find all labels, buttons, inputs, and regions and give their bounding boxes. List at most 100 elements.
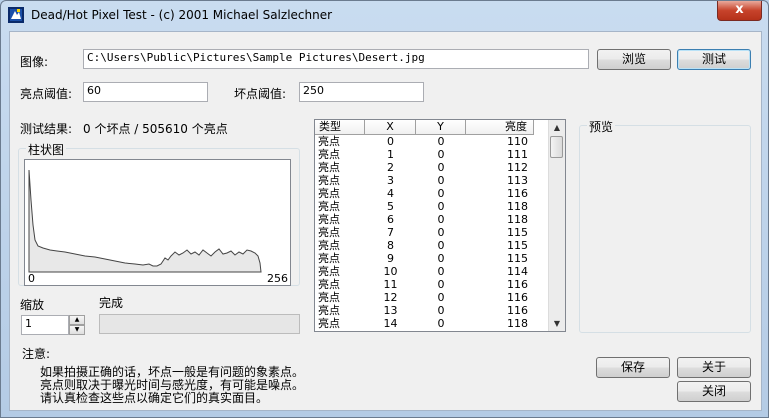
cell-y: 0 — [437, 148, 445, 161]
table-row[interactable]: 亮点 5 0 118 — [315, 200, 551, 213]
table-row[interactable]: 亮点 1 0 111 — [315, 148, 551, 161]
cell-x: 8 — [387, 239, 394, 252]
column-header-type[interactable]: 类型 — [315, 120, 365, 135]
image-label: 图像: — [20, 55, 49, 69]
column-header-y[interactable]: Y — [416, 120, 466, 135]
cell-type: 亮点 — [318, 226, 340, 239]
table-row[interactable]: 亮点 0 0 110 — [315, 135, 551, 148]
cell-brightness: 115 — [507, 226, 528, 239]
scroll-thumb[interactable] — [550, 136, 563, 158]
close-icon[interactable]: x — [717, 1, 762, 21]
cell-type: 亮点 — [318, 213, 340, 226]
cell-x: 7 — [387, 226, 394, 239]
cell-x: 2 — [387, 161, 394, 174]
cell-type: 亮点 — [318, 161, 340, 174]
window-title: Dead/Hot Pixel Test - (c) 2001 Michael S… — [31, 8, 333, 22]
cell-brightness: 116 — [507, 291, 528, 304]
dead-threshold-field[interactable]: 250 — [299, 82, 424, 102]
browse-button[interactable]: 浏览 — [597, 49, 671, 70]
close-button[interactable]: 关闭 — [677, 381, 751, 402]
hot-threshold-label: 亮点阈值: — [20, 87, 73, 101]
test-button[interactable]: 测试 — [677, 49, 751, 70]
table-row[interactable]: 亮点 11 0 116 — [315, 278, 551, 291]
table-row[interactable]: 亮点 10 0 114 — [315, 265, 551, 278]
zoom-up-icon[interactable]: ▲ — [69, 315, 85, 325]
app-window: Dead/Hot Pixel Test - (c) 2001 Michael S… — [0, 0, 769, 418]
table-row[interactable]: 亮点 4 0 116 — [315, 187, 551, 200]
cell-type: 亮点 — [318, 265, 340, 278]
cell-x: 13 — [383, 304, 398, 317]
save-button[interactable]: 保存 — [596, 357, 670, 378]
progress-label: 完成 — [99, 296, 124, 310]
histogram-title: 柱状图 — [26, 141, 67, 158]
table-row[interactable]: 亮点 13 0 116 — [315, 304, 551, 317]
notes-line: 请认真检查这些点以确定它们的真实面目。 — [40, 391, 269, 405]
cell-type: 亮点 — [318, 252, 340, 265]
notes-title: 注意: — [22, 347, 51, 361]
histogram-shape — [28, 169, 262, 273]
cell-type: 亮点 — [318, 187, 340, 200]
cell-x: 11 — [383, 278, 398, 291]
table-row[interactable]: 亮点 6 0 118 — [315, 213, 551, 226]
cell-type: 亮点 — [318, 304, 340, 317]
cell-brightness: 110 — [507, 135, 528, 148]
cell-brightness: 113 — [507, 174, 528, 187]
cell-y: 0 — [437, 278, 445, 291]
preview-group: 预览 — [579, 118, 751, 333]
about-button[interactable]: 关于 — [677, 357, 751, 378]
image-path-field[interactable]: C:\Users\Public\Pictures\Sample Pictures… — [83, 49, 589, 69]
histogram-max-label: 256 — [267, 272, 288, 285]
progress-bar — [99, 314, 300, 334]
zoom-label: 缩放 — [20, 298, 45, 312]
cell-type: 亮点 — [318, 135, 340, 148]
cell-y: 0 — [437, 226, 445, 239]
table-row[interactable]: 亮点 3 0 113 — [315, 174, 551, 187]
table-row[interactable]: 亮点 14 0 118 — [315, 317, 551, 330]
cell-brightness: 116 — [507, 304, 528, 317]
cell-brightness: 116 — [507, 187, 528, 200]
app-icon — [8, 7, 24, 23]
histogram-min-label: 0 — [28, 272, 35, 285]
column-header-x[interactable]: X — [365, 120, 416, 135]
result-label: 测试结果: — [20, 122, 73, 136]
cell-type: 亮点 — [318, 174, 340, 187]
cell-x: 6 — [387, 213, 394, 226]
cell-brightness: 114 — [507, 265, 528, 278]
list-scrollbar[interactable]: ▲ ▼ — [548, 120, 565, 331]
zoom-field[interactable]: 1 — [21, 315, 69, 335]
histogram-graph — [28, 169, 262, 273]
table-row[interactable]: 亮点 7 0 115 — [315, 226, 551, 239]
cell-x: 0 — [387, 135, 394, 148]
cell-x: 12 — [383, 291, 398, 304]
cell-y: 0 — [437, 174, 445, 187]
cell-x: 14 — [383, 317, 398, 330]
cell-x: 5 — [387, 200, 394, 213]
cell-brightness: 112 — [507, 161, 528, 174]
table-row[interactable]: 亮点 2 0 112 — [315, 161, 551, 174]
cell-y: 0 — [437, 200, 445, 213]
cell-y: 0 — [437, 213, 445, 226]
cell-brightness: 115 — [507, 239, 528, 252]
table-row[interactable]: 亮点 8 0 115 — [315, 239, 551, 252]
cell-x: 3 — [387, 174, 394, 187]
cell-x: 10 — [383, 265, 398, 278]
cell-y: 0 — [437, 317, 445, 330]
scroll-down-icon[interactable]: ▼ — [550, 316, 564, 331]
column-header-brightness[interactable]: 亮度 — [466, 120, 534, 135]
scroll-up-icon[interactable]: ▲ — [550, 120, 564, 135]
histogram-canvas: 0 256 — [24, 159, 291, 286]
zoom-down-icon[interactable]: ▼ — [69, 325, 85, 335]
cell-y: 0 — [437, 135, 445, 148]
cell-type: 亮点 — [318, 317, 340, 330]
cell-y: 0 — [437, 304, 445, 317]
pixel-list[interactable]: 类型 X Y 亮度 亮点 0 0 110 亮点 1 0 111 亮点 2 0 112 亮点 3 0 113 亮点… — [314, 119, 566, 332]
cell-y: 0 — [437, 239, 445, 252]
cell-brightness: 118 — [507, 213, 528, 226]
title-bar[interactable]: Dead/Hot Pixel Test - (c) 2001 Michael S… — [1, 1, 768, 31]
preview-title: 预览 — [587, 118, 616, 135]
table-row[interactable]: 亮点 12 0 116 — [315, 291, 551, 304]
dialog-body: 图像: C:\Users\Public\Pictures\Sample Pict… — [9, 31, 762, 411]
cell-y: 0 — [437, 291, 445, 304]
hot-threshold-field[interactable]: 60 — [83, 82, 208, 102]
table-row[interactable]: 亮点 9 0 115 — [315, 252, 551, 265]
